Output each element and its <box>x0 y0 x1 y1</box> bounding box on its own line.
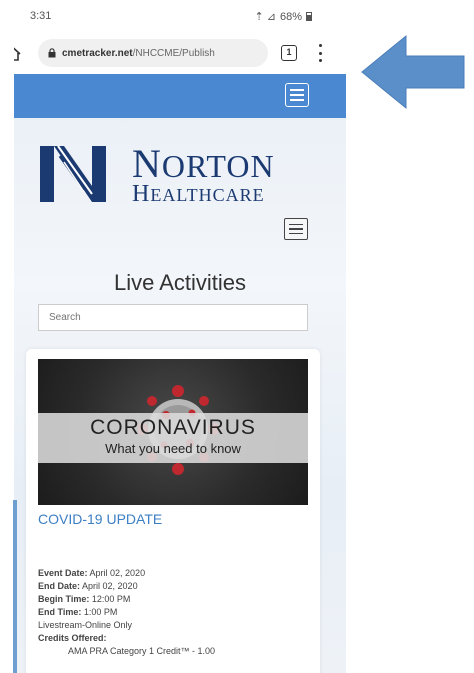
coronavirus-image[interactable]: CORONAVIRUS What you need to know <box>38 359 308 505</box>
tabs-count-button[interactable]: 1 <box>281 45 297 61</box>
site-nav-bar <box>14 74 346 118</box>
image-title: CORONAVIRUS <box>90 416 256 439</box>
image-banner: CORONAVIRUS What you need to know <box>38 413 308 463</box>
page-left-gutter <box>0 0 14 673</box>
web-page: NORTON HEALTHCARE Live Activities Search… <box>14 74 346 673</box>
browser-toolbar: cmetracker.net/NHCCME/Publish 1 <box>0 34 346 74</box>
nav-menu-icon[interactable] <box>285 83 309 107</box>
norton-healthcare-logo[interactable]: NORTON HEALTHCARE <box>40 141 300 207</box>
phone-screen: 3:31 ⇡ ⊿ 68% cmetracker.net/NHCCME/Publi… <box>0 0 346 673</box>
battery-icon <box>306 12 312 21</box>
logo-healthcare-text: HEALTHCARE <box>132 181 265 207</box>
status-time: 3:31 <box>30 10 52 22</box>
signal-icon: ⇡ ⊿ <box>254 11 276 23</box>
begin-time-row: Begin Time: 12:00 PM <box>38 594 131 604</box>
page-title: Live Activities <box>113 270 247 295</box>
address-bar[interactable]: cmetracker.net/NHCCME/Publish <box>38 39 268 67</box>
browser-menu-icon[interactable] <box>318 44 322 62</box>
end-date-row: End Date: April 02, 2020 <box>38 581 138 591</box>
credits-label: Credits Offered: <box>38 633 107 643</box>
url-path: /NHCCME/Publish <box>132 47 215 59</box>
activity-details: Event Date: April 02, 2020 End Date: Apr… <box>38 567 215 658</box>
annotation-arrow-icon <box>361 34 465 110</box>
scroll-indicator <box>13 500 17 673</box>
lock-icon <box>48 48 56 58</box>
norton-logo-mark-icon <box>40 146 106 202</box>
search-input[interactable] <box>38 304 308 331</box>
status-bar: 3:31 ⇡ ⊿ 68% <box>0 0 346 34</box>
page-menu-icon[interactable] <box>284 218 308 240</box>
activity-card: CORONAVIRUS What you need to know COVID-… <box>26 349 320 673</box>
end-time-row: End Time: 1:00 PM <box>38 607 118 617</box>
url-domain: cmetracker.net <box>62 47 133 59</box>
event-date-row: Event Date: April 02, 2020 <box>38 568 146 578</box>
image-subtitle: What you need to know <box>105 441 241 456</box>
activity-title-link[interactable]: COVID-19 UPDATE <box>38 511 162 527</box>
battery-percent: 68% <box>279 10 302 23</box>
credit-line: AMA PRA Category 1 Credit™ - 1.00 <box>68 646 216 656</box>
format-row: Livestream-Online Only <box>38 620 133 630</box>
status-right: ⇡ ⊿ 68% <box>254 10 312 23</box>
logo-norton-text: NORTON <box>132 141 275 186</box>
